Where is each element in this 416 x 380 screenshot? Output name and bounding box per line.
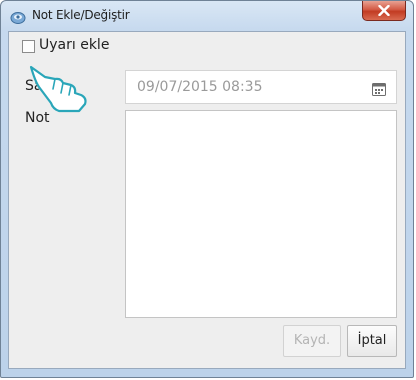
window-app-icon	[10, 9, 26, 25]
alert-checkbox-label[interactable]: Uyarı ekle	[39, 37, 109, 53]
alert-checkbox[interactable]	[22, 40, 35, 53]
calendar-icon[interactable]	[372, 81, 386, 100]
title-bar[interactable]: Not Ekle/Değiştir	[1, 1, 413, 31]
dialog-window: Not Ekle/Değiştir Uyarı ekle Saat 09/07/…	[0, 0, 414, 378]
close-icon	[378, 5, 390, 16]
close-button[interactable]	[362, 1, 406, 21]
save-button[interactable]: Kayd.	[283, 325, 341, 357]
cancel-button[interactable]: İptal	[347, 325, 397, 357]
window-title: Not Ekle/Değiştir	[32, 8, 130, 22]
date-time-field[interactable]: 09/07/2015 08:35	[125, 70, 397, 104]
hand-pointer-cursor	[29, 65, 87, 113]
date-time-value: 09/07/2015 08:35	[137, 79, 263, 95]
note-textarea[interactable]	[125, 110, 397, 318]
